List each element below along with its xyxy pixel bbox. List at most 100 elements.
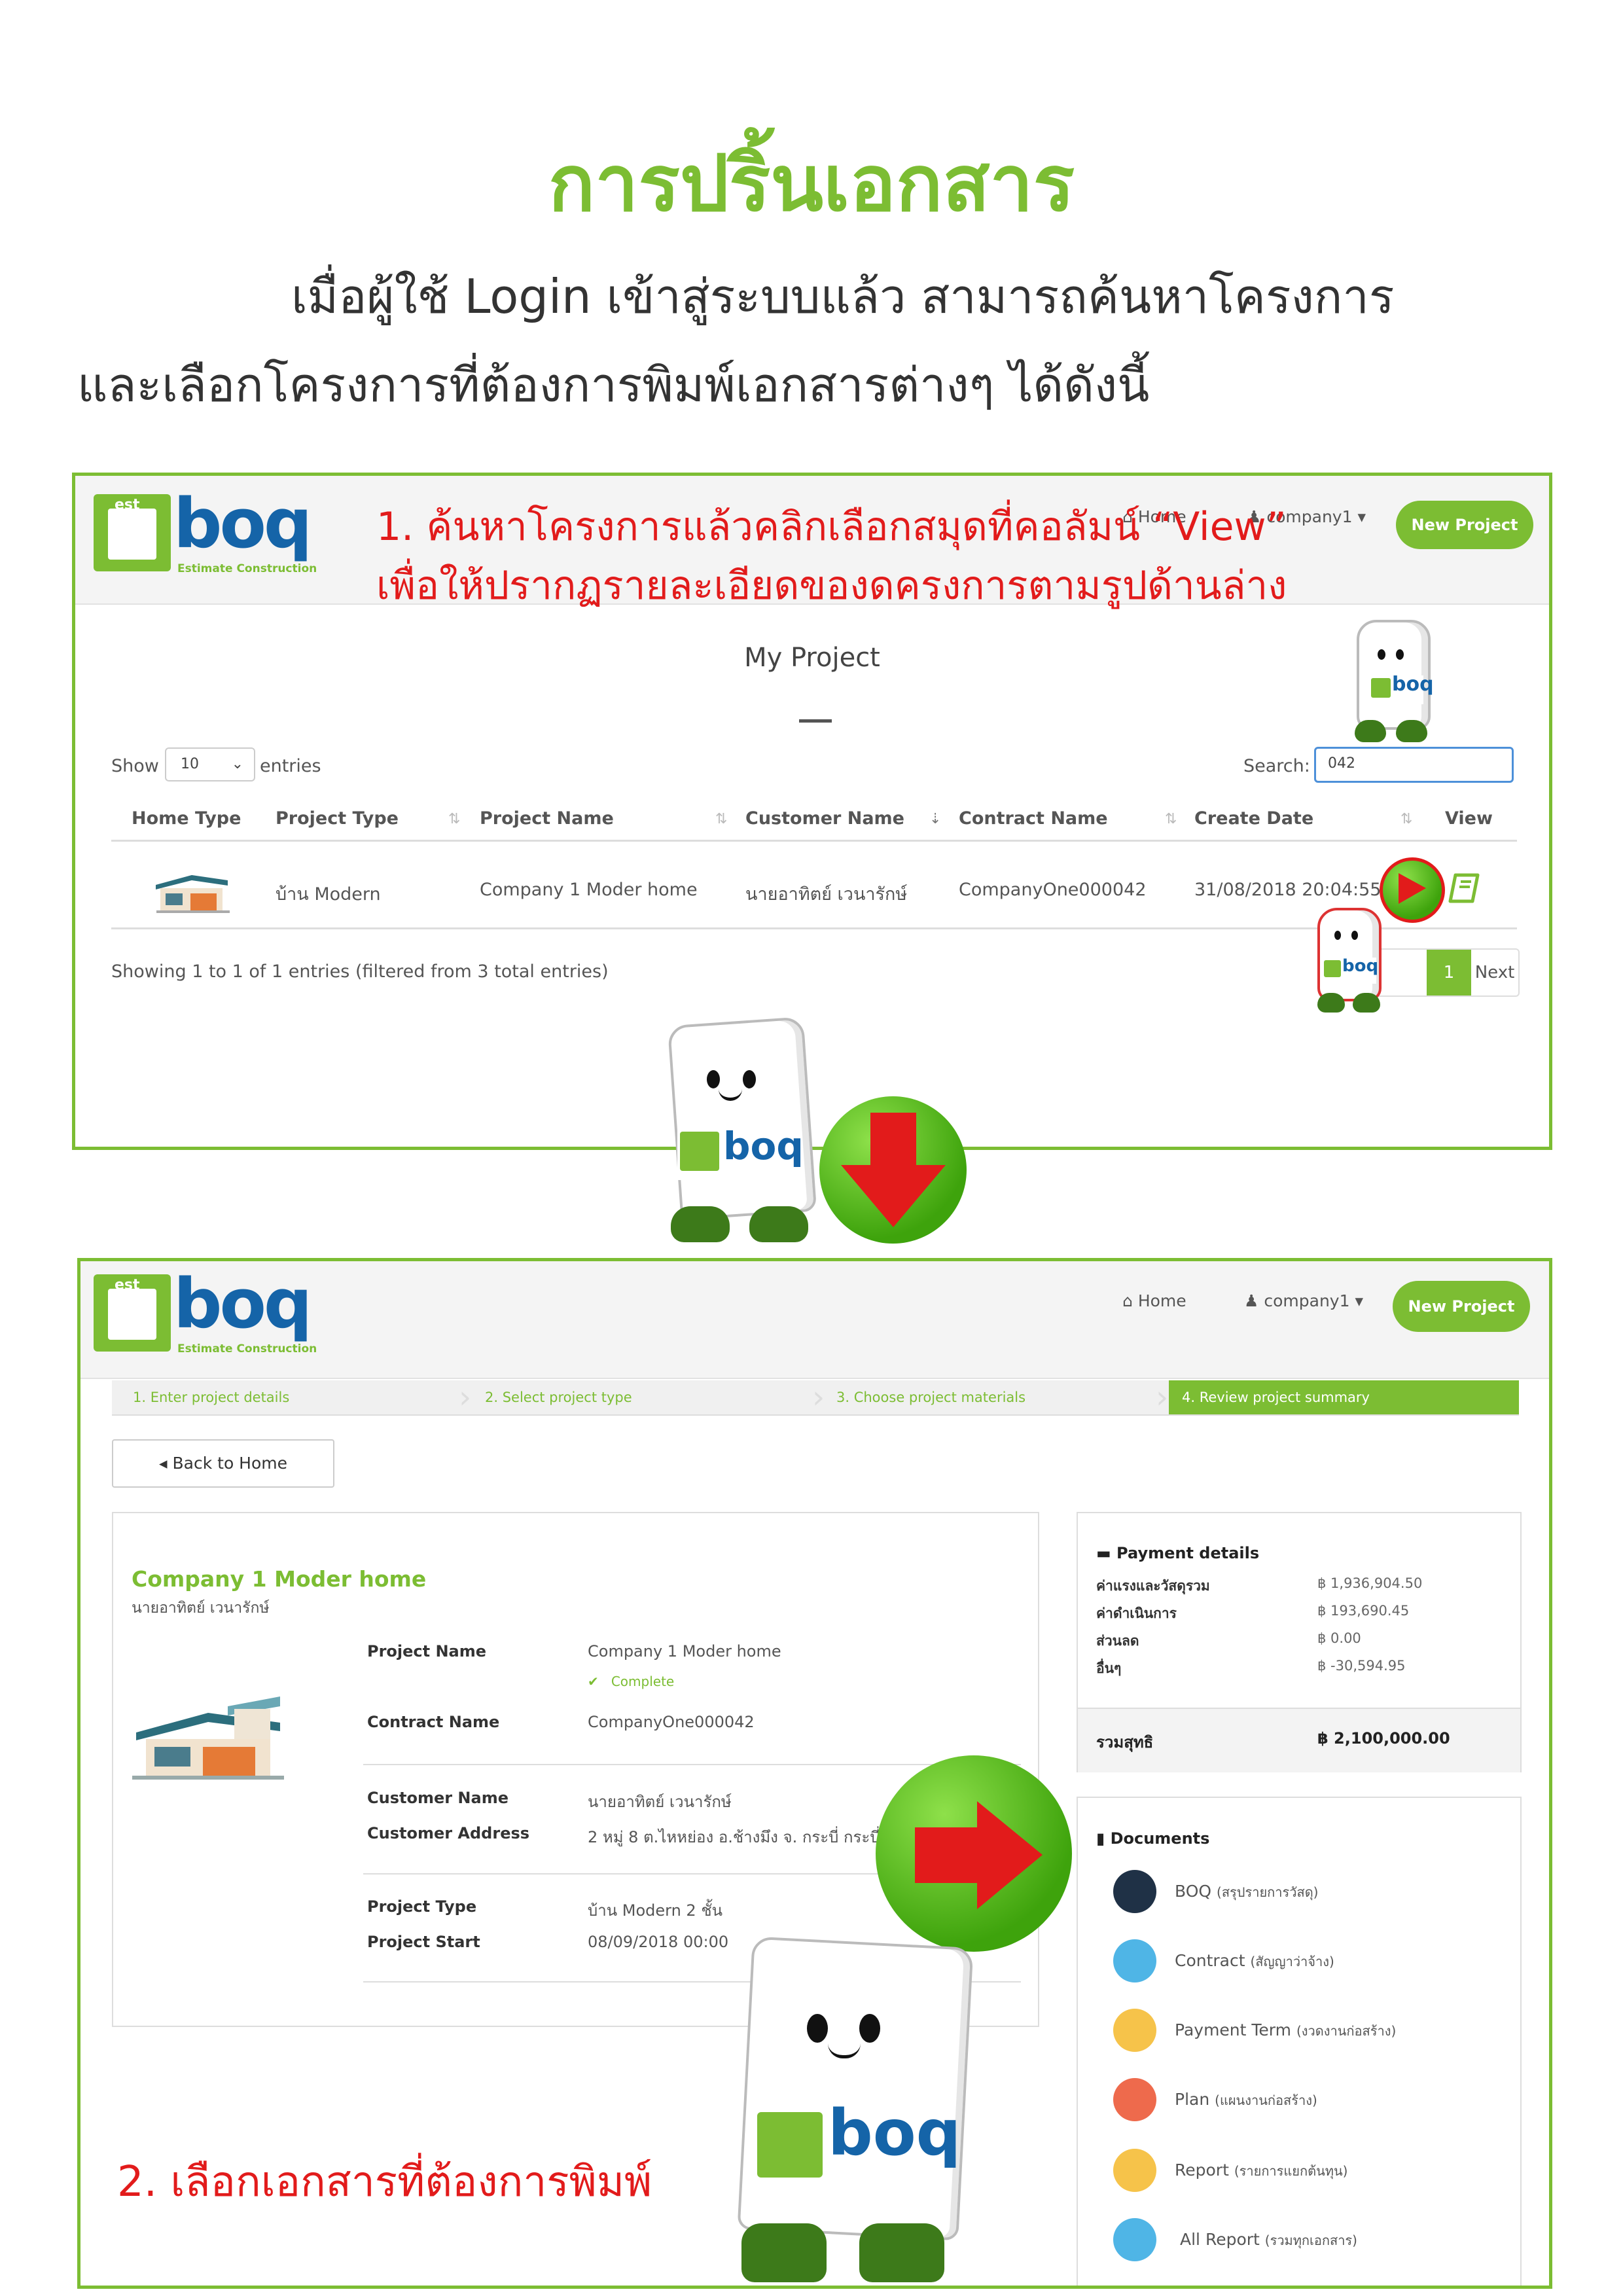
status-badge: ✔ Complete [588,1674,675,1689]
label-contract-name: Contract Name [367,1713,500,1731]
document-report[interactable]: Report (รายการแยกต้นทุน) [1175,2161,1347,2181]
step-2[interactable]: 2. Select project type [485,1380,632,1414]
value-contract-name: CompanyOne000042 [588,1713,755,1731]
user-icon: ♟ [1244,1291,1259,1310]
app-logo[interactable]: est boq Estimate Construction [94,1264,317,1359]
column-header-create-date[interactable]: Create Date [1194,808,1313,829]
cell-contract-name: CompanyOne000042 [959,880,1147,900]
payment-total-label: รวมสุทธิ [1096,1733,1154,1751]
search-label: Search: [1243,756,1310,776]
cell-project-name: Company 1 Moder home [480,880,698,900]
new-project-button[interactable]: New Project [1396,501,1533,549]
screenshot-project-summary: est boq Estimate Construction ⌂ Home ♟ c… [77,1258,1552,2289]
logo-mark: est [94,494,171,571]
payment-label: ค่าดำเนินการ [1096,1605,1177,1621]
app-logo[interactable]: est boq Estimate Construction [94,484,317,579]
document-all-report[interactable]: All Report (รวมทุกเอกสาร) [1180,2230,1357,2251]
value-project-name: Company 1 Moder home [588,1642,781,1660]
column-header-home-type[interactable]: Home Type [132,808,241,829]
right-arrow-icon [915,1801,1046,1912]
user-menu[interactable]: ♟ company1 ▾ [1244,1291,1363,1310]
column-header-contract-name[interactable]: Contract Name [959,808,1108,829]
step-4[interactable]: 4. Review project summary [1182,1380,1370,1414]
document-contract[interactable]: Contract (สัญญาว่าจ้าง) [1175,1951,1334,1972]
plan-document-icon[interactable] [1113,2078,1156,2121]
label-project-name: Project Name [367,1642,487,1660]
show-label: Show [111,756,159,776]
entries-label: entries [260,756,321,776]
pagination-page-1[interactable]: 1 [1427,950,1471,996]
boq-document-icon[interactable] [1113,1870,1156,1913]
sort-icon[interactable]: ⇅ [1400,811,1412,827]
cell-customer-name: นายอาทิตย์ เวนารักษ์ [745,884,908,905]
sort-desc-icon[interactable]: ⇣ [929,811,941,827]
mascot-documents-pointer: boq [584,1755,1108,2286]
logo-wordmark: boq [173,484,312,564]
logo-mark: est [94,1274,171,1352]
payment-label: อื่นๆ [1096,1660,1122,1676]
intro-line-2: และเลือกโครงการที่ต้องการพิมพ์เอกสารต่าง… [77,357,1150,412]
caret-down-icon: ▾ [1355,1291,1364,1310]
annotation-step-2: 2. เลือกเอกสารที่ต้องการพิมพ์ [117,2158,652,2206]
payment-label: ค่าแรงและวัสดุรวม [1096,1578,1210,1594]
label-project-start: Project Start [367,1933,480,1951]
nav-home-link[interactable]: ⌂ Home [1122,1291,1186,1310]
credit-card-icon: ▬ [1096,1544,1111,1562]
payment-value: ฿ 193,690.45 [1317,1603,1410,1619]
back-to-home-button[interactable]: ◂ Back to Home [112,1439,334,1488]
documents-heading: ▮ Documents [1096,1829,1210,1848]
step-3[interactable]: 3. Choose project materials [836,1380,1026,1414]
payment-total-value: ฿ 2,100,000.00 [1317,1729,1450,1748]
logo-wordmark: boq [173,1264,312,1344]
payment-heading: ▬ Payment details [1096,1544,1260,1562]
new-project-button[interactable]: New Project [1393,1281,1530,1332]
sort-icon[interactable]: ⇅ [1165,811,1177,827]
cell-create-date: 31/08/2018 20:04:55 [1194,880,1382,900]
label-customer-name: Customer Name [367,1789,508,1807]
annotation-step-1-line-1: 1. ค้นหาโครงการแล้วคลิกเลือกสมุดที่คอลัม… [376,504,1287,550]
check-circle-icon: ✔ [588,1674,599,1689]
pagination-next[interactable]: Next [1471,950,1518,996]
contract-document-icon[interactable] [1113,1939,1156,1982]
house-thumbnail [152,862,234,914]
table-info: Showing 1 to 1 of 1 entries (filtered fr… [111,961,609,982]
title-divider [799,719,832,723]
sort-icon[interactable]: ⇅ [448,811,460,827]
all-report-document-icon[interactable] [1113,2218,1156,2261]
step-1[interactable]: 1. Enter project details [133,1380,289,1414]
caret-down-icon: ▾ [1357,507,1366,526]
payment-term-document-icon[interactable] [1113,2009,1156,2052]
logo-tagline: Estimate Construction [177,1342,317,1355]
house-image [130,1693,287,1785]
payment-label: ส่วนลด [1096,1633,1139,1649]
sort-icon[interactable]: ⇅ [715,811,727,827]
column-header-project-name[interactable]: Project Name [480,808,614,829]
view-book-icon[interactable] [1445,869,1484,908]
annotation-step-1-line-2: เพื่อให้ปรากฏรายละเอียดของดครงการตามรูปด… [376,563,1287,609]
mascot-small-pagination: boq [1293,901,1404,1032]
column-header-view[interactable]: View [1445,808,1493,829]
column-header-customer-name[interactable]: Customer Name [745,808,904,829]
payment-value: ฿ 1,936,904.50 [1317,1575,1423,1591]
mascot-down-pointer: boq [609,1011,975,1260]
cell-project-type: บ้าน Modern [276,884,381,905]
document-title: การปริ้นเอกสาร [548,138,1075,228]
logo-tagline: Estimate Construction [177,562,317,575]
document-plan[interactable]: Plan (แผนงานก่อสร้าง) [1175,2090,1317,2111]
home-icon: ⌂ [1122,1291,1133,1310]
label-project-type: Project Type [367,1897,477,1916]
column-header-project-type[interactable]: Project Type [276,808,399,829]
caret-left-icon: ◂ [158,1454,168,1473]
report-document-icon[interactable] [1113,2149,1156,2192]
document-boq[interactable]: BOQ (สรุปรายการวัสดุ) [1175,1882,1318,1903]
down-arrow-icon [838,1113,949,1233]
mascot-small-top: boq [1319,610,1456,761]
project-title: Company 1 Moder home [132,1566,427,1592]
payment-value: ฿ -30,594.95 [1317,1658,1406,1674]
intro-line-1: เมื่อผู้ใช้ Login เข้าสู่ระบบแล้ว สามารถ… [291,269,1395,324]
header-divider [111,840,1517,842]
project-owner: นายอาทิตย์ เวนารักษ์ [132,1600,270,1617]
document-payment-term[interactable]: Payment Term (งวดงานก่อสร้าง) [1175,2020,1396,2041]
label-customer-address: Customer Address [367,1824,530,1842]
entries-select[interactable]: 10 ⌄ [165,747,255,781]
